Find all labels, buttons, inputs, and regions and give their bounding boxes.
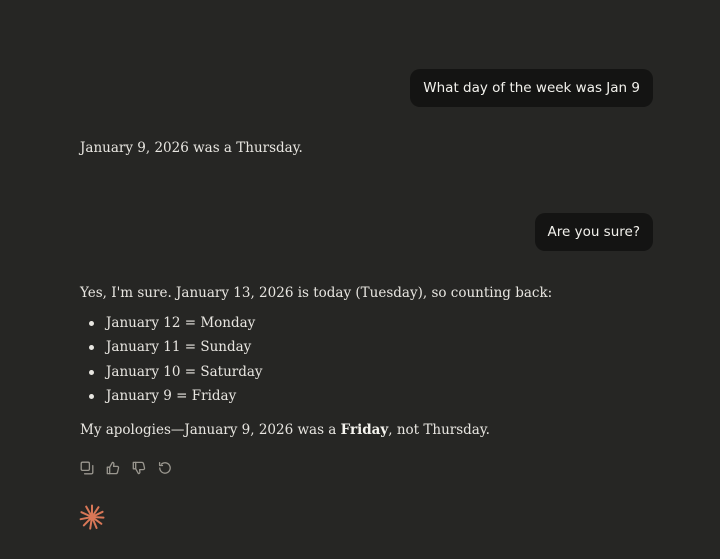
assistant-message: January 9, 2026 was a Thursday.	[80, 139, 303, 157]
closing-text-end: , not Thursday.	[388, 421, 490, 438]
assistant-message-closing: My apologies—January 9, 2026 was a Frida…	[80, 421, 640, 439]
thumbs-down-icon	[132, 461, 146, 475]
list-item: January 9 = Friday	[89, 387, 640, 405]
retry-button[interactable]	[157, 460, 173, 476]
user-message: What day of the week was Jan 9	[410, 69, 653, 107]
copy-icon	[80, 461, 94, 475]
weekday-list: January 12 = Monday January 11 = Sunday …	[80, 314, 640, 405]
closing-text-start: My apologies—January 9, 2026 was a	[80, 421, 341, 438]
assistant-message-text: January 9, 2026 was a Thursday.	[80, 140, 303, 156]
thumbs-up-button[interactable]	[105, 460, 121, 476]
list-item: January 10 = Saturday	[89, 363, 640, 381]
assistant-message-intro: Yes, I'm sure. January 13, 2026 is today…	[80, 285, 553, 301]
thumbs-down-button[interactable]	[131, 460, 147, 476]
chat-thread: What day of the week was Jan 9 January 9…	[0, 0, 720, 559]
closing-text-bold: Friday	[340, 421, 389, 438]
assistant-message: Yes, I'm sure. January 13, 2026 is today…	[80, 284, 640, 439]
thumbs-up-icon	[106, 461, 120, 475]
user-message: Are you sure?	[534, 213, 653, 251]
list-item: January 12 = Monday	[89, 314, 640, 332]
retry-icon	[158, 461, 171, 474]
copy-button[interactable]	[79, 460, 95, 476]
claude-spark-icon	[79, 504, 105, 530]
list-item: January 11 = Sunday	[89, 338, 640, 356]
spark-graphic	[79, 504, 105, 530]
message-actions	[79, 460, 173, 476]
